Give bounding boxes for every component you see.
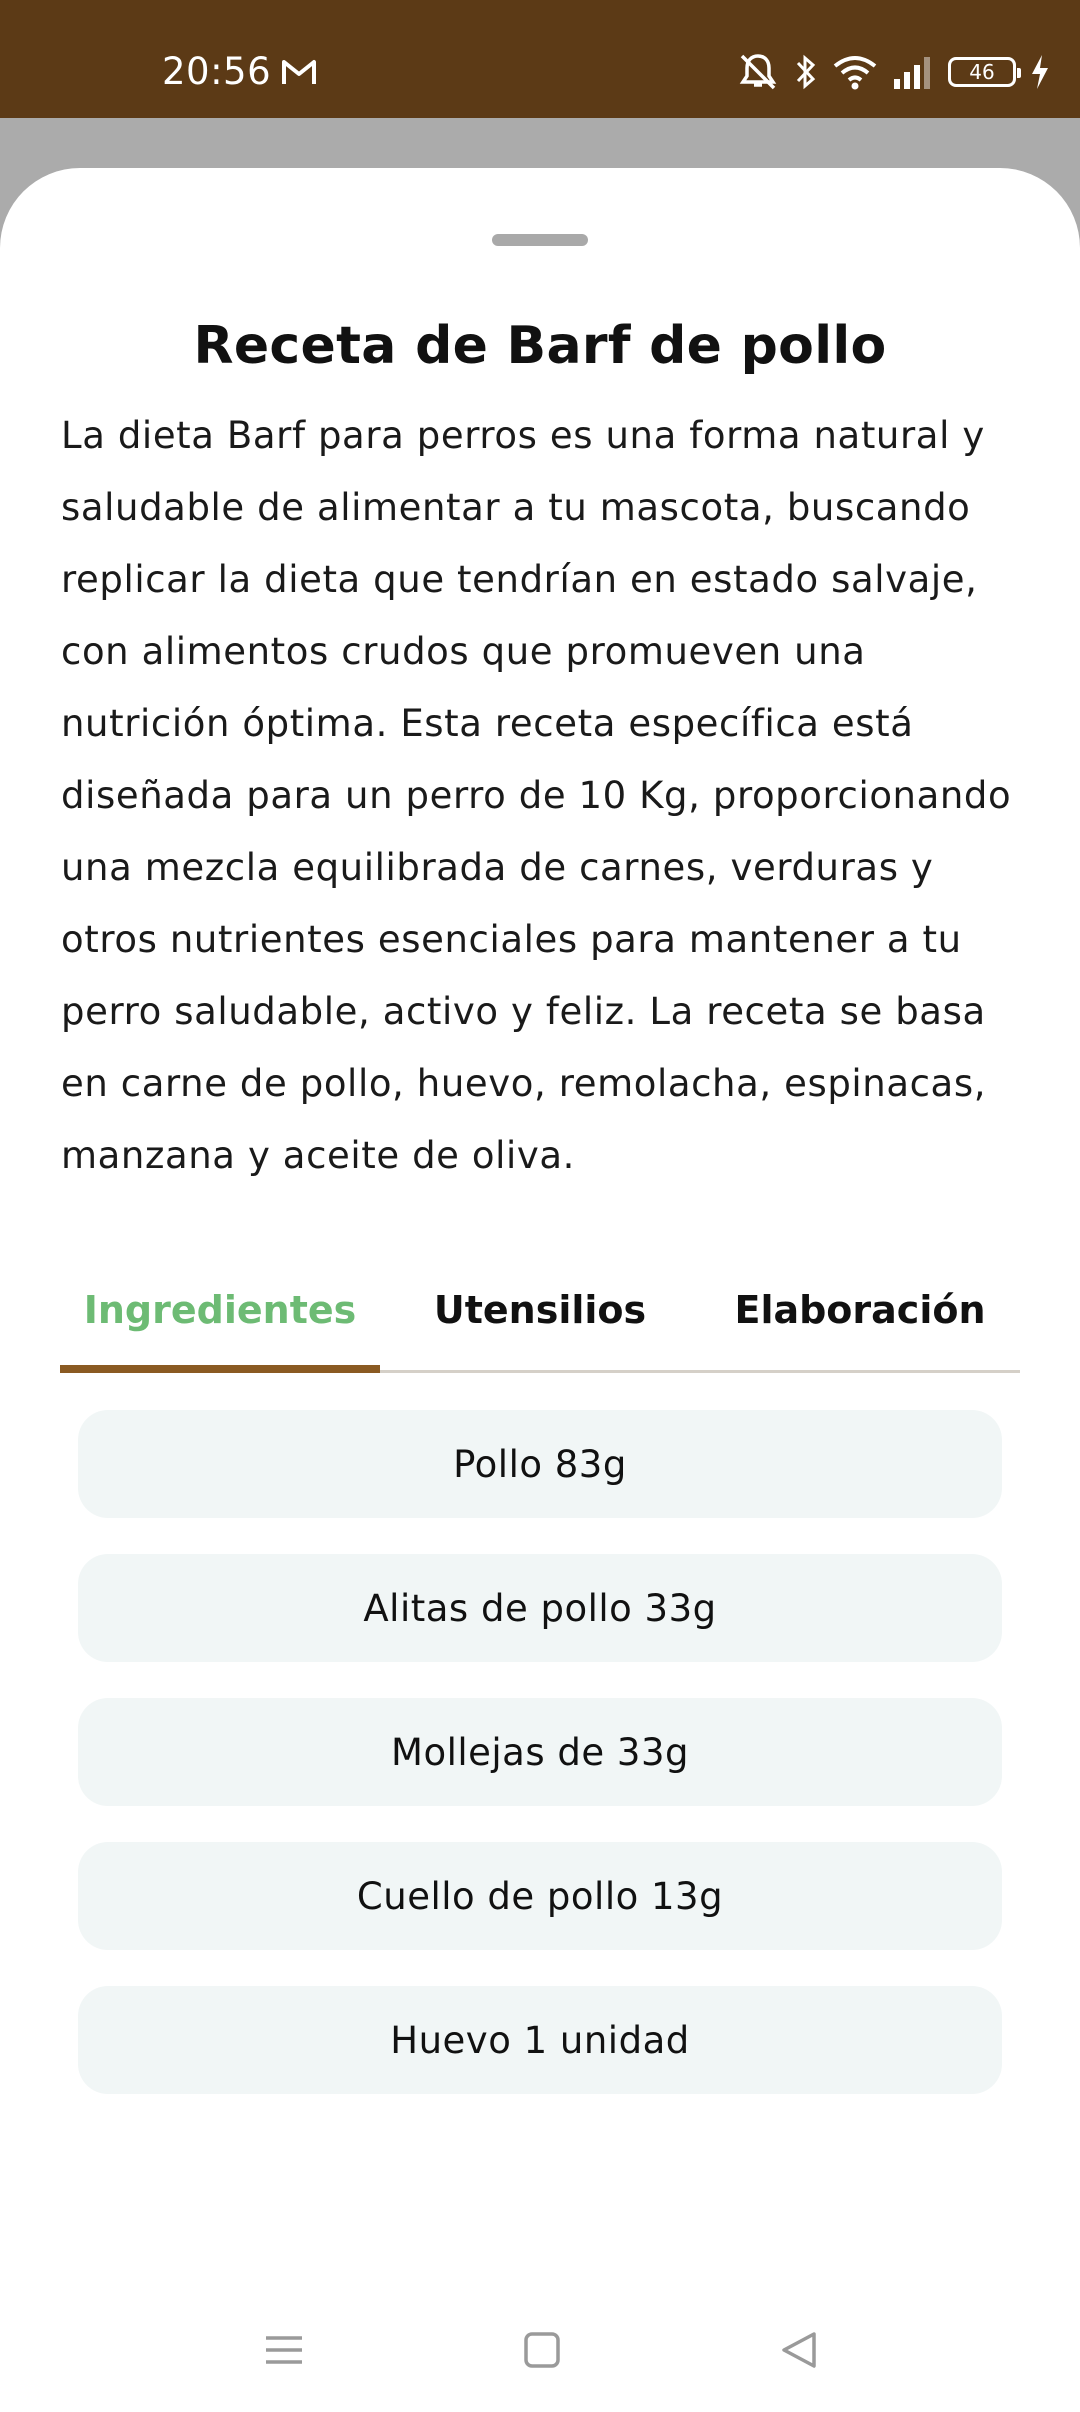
recipe-title: Receta de Barf de pollo	[193, 316, 887, 376]
tab-label: Ingredientes	[83, 1288, 357, 1332]
wifi-icon	[833, 56, 877, 90]
tab-label: Utensilios	[433, 1288, 647, 1332]
drag-handle[interactable]	[492, 234, 588, 246]
status-icons: 46	[736, 50, 1050, 94]
recipe-description: La dieta Barf para perros es una forma n…	[61, 414, 1012, 1177]
tab-label: Elaboración	[734, 1288, 986, 1332]
ingredient-item: Cuello de pollo 13g	[78, 1842, 1002, 1950]
home-icon	[524, 2332, 560, 2368]
system-nav-bar	[0, 2290, 1080, 2400]
battery-icon: 46	[948, 57, 1021, 87]
menu-button[interactable]	[254, 2320, 314, 2380]
menu-icon	[266, 2336, 302, 2364]
home-button[interactable]	[512, 2320, 572, 2380]
tab-ingredientes[interactable]: Ingredientes	[60, 1258, 380, 1373]
tab-utensilios[interactable]: Utensilios	[380, 1258, 700, 1370]
ingredient-item: Pollo 83g	[78, 1410, 1002, 1518]
ingredient-item: Alitas de pollo 33g	[78, 1554, 1002, 1662]
signal-icon	[894, 57, 930, 89]
bluetooth-icon	[796, 54, 816, 90]
battery-level: 46	[969, 60, 995, 84]
recipe-bottom-sheet: Receta de Barf de pollo La dieta Barf pa…	[0, 168, 1080, 2412]
gmail-icon	[282, 60, 316, 84]
charging-icon	[1032, 55, 1048, 89]
back-button[interactable]	[770, 2320, 830, 2380]
back-icon	[782, 2332, 816, 2368]
status-bar: 20:56 46	[0, 0, 1080, 118]
status-time: 20:56	[162, 50, 272, 93]
ingredient-item: Mollejas de 33g	[78, 1698, 1002, 1806]
ingredients-list: Pollo 83g Alitas de pollo 33g Mollejas d…	[78, 1410, 1002, 2130]
ingredient-item: Huevo 1 unidad	[78, 1986, 1002, 2094]
recipe-tabs: Ingredientes Utensilios Elaboración	[60, 1258, 1020, 1373]
tab-elaboracion[interactable]: Elaboración	[700, 1258, 1020, 1370]
mute-icon	[739, 54, 777, 90]
